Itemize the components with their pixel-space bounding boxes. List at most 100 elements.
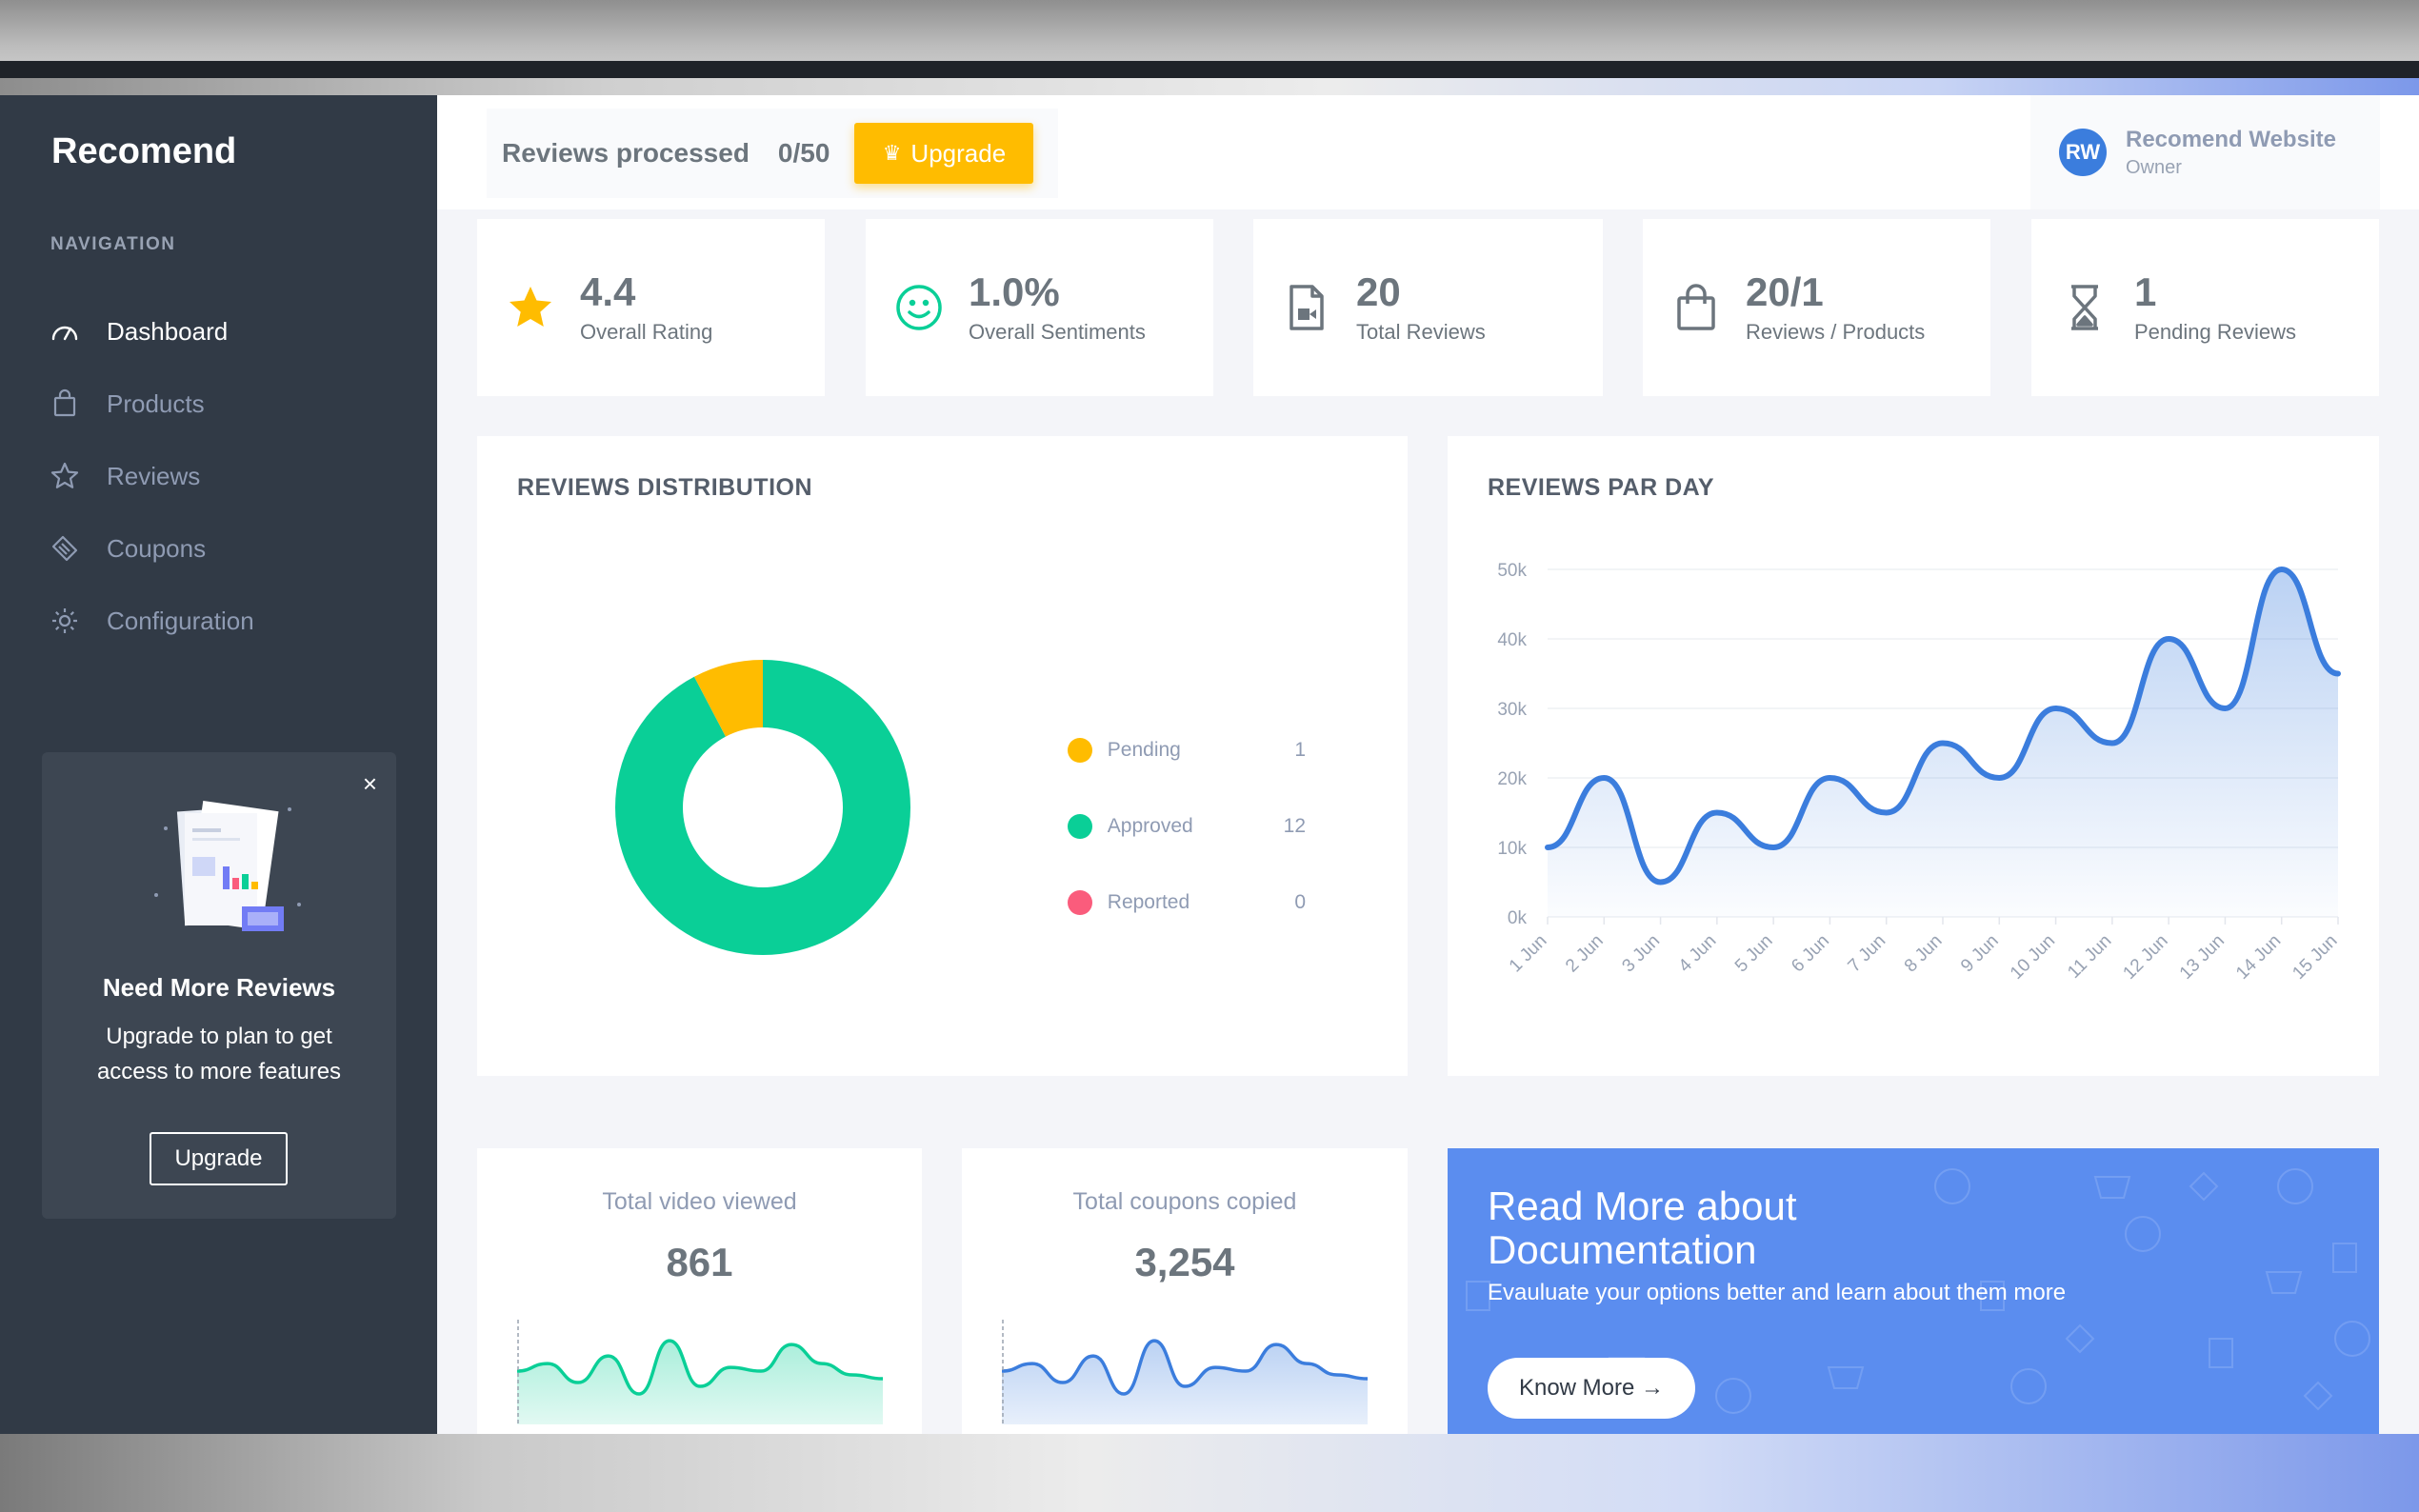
documentation-banner: Read More about Documentation Evauluate … bbox=[1448, 1148, 2379, 1434]
mini-card-value: 861 bbox=[666, 1240, 733, 1284]
gear-icon bbox=[48, 604, 82, 638]
x-tick-label: 12 Jun bbox=[2119, 931, 2171, 984]
quota-value: 0/50 bbox=[777, 138, 830, 168]
card-title: REVIEWS DISTRIBUTION bbox=[517, 474, 813, 501]
card-title: REVIEWS PAR DAY bbox=[1488, 474, 1715, 501]
x-tick-label: 1 Jun bbox=[1506, 931, 1551, 977]
reviews-distribution-card: REVIEWS DISTRIBUTION Pending 1 Approved … bbox=[477, 436, 1408, 1076]
upgrade-promo-card: × Need More Reviews Upgrade to plan to g… bbox=[42, 752, 396, 1219]
topbar: Reviews processed 0/50 ♛ Upgrade RW Reco… bbox=[437, 95, 2419, 209]
stat-value: 1.0% bbox=[969, 269, 1060, 314]
x-tick-label: 13 Jun bbox=[2176, 931, 2229, 984]
x-tick-label: 8 Jun bbox=[1901, 931, 1947, 977]
avatar: RW bbox=[2059, 129, 2107, 176]
video-viewed-card: Total video viewed 861 bbox=[477, 1148, 922, 1434]
user-role: Owner bbox=[2126, 156, 2182, 178]
user-info: Recomend Website Owner bbox=[2126, 127, 2336, 179]
promo-text: Upgrade to plan to get access to more fe… bbox=[96, 1024, 342, 1084]
x-tick-label: 4 Jun bbox=[1675, 931, 1721, 977]
y-tick-label: 20k bbox=[1497, 769, 1527, 789]
legend-count: 1 bbox=[1294, 739, 1306, 761]
legend-count: 12 bbox=[1283, 815, 1306, 837]
stat-label: Pending Reviews bbox=[2134, 320, 2296, 344]
sidebar-item-label: Products bbox=[107, 388, 205, 418]
legend-label: Reported bbox=[1107, 891, 1190, 913]
stat-value: 20 bbox=[1356, 269, 1401, 314]
legend-label: Approved bbox=[1107, 815, 1193, 837]
donut-chart bbox=[615, 660, 910, 955]
promo-upgrade-button[interactable]: Upgrade bbox=[150, 1132, 288, 1185]
x-tick-label: 7 Jun bbox=[1845, 931, 1890, 977]
y-tick-label: 40k bbox=[1497, 630, 1527, 650]
user-menu[interactable]: RW Recomend Website Owner bbox=[2030, 95, 2380, 209]
mini-card-title: Total video viewed bbox=[602, 1188, 797, 1215]
x-tick-label: 11 Jun bbox=[2064, 931, 2115, 983]
sidebar-item-label: Configuration bbox=[107, 606, 254, 635]
user-name: Recomend Website bbox=[2126, 126, 2336, 152]
x-tick-label: 5 Jun bbox=[1731, 931, 1777, 977]
stat-label: Reviews / Products bbox=[1746, 320, 1926, 344]
x-tick-label: 15 Jun bbox=[2289, 931, 2341, 984]
video-file-icon bbox=[1278, 279, 1335, 336]
dashboard-app: Recomend NAVIGATION Dashboard Products R… bbox=[0, 95, 2419, 1434]
promo-title: Need More Reviews bbox=[102, 973, 336, 1002]
stat-card-pending-reviews: 1 Pending Reviews bbox=[2031, 219, 2379, 396]
upgrade-button[interactable]: ♛ Upgrade bbox=[854, 123, 1034, 184]
sidebar-nav: Dashboard Products Reviews Coupons Confi… bbox=[48, 295, 410, 657]
crown-icon: ♛ bbox=[882, 141, 902, 165]
legend-label: Pending bbox=[1107, 739, 1181, 761]
speedometer-icon bbox=[48, 314, 82, 348]
quota-label: Reviews processed bbox=[502, 138, 750, 168]
know-more-button[interactable]: Know More → bbox=[1488, 1358, 1695, 1419]
sidebar-item-products[interactable]: Products bbox=[48, 368, 410, 440]
x-tick-label: 9 Jun bbox=[1957, 931, 2003, 977]
y-tick-label: 50k bbox=[1497, 561, 1527, 581]
sparkline-chart bbox=[517, 1320, 883, 1424]
stat-card-total-reviews: 20 Total Reviews bbox=[1253, 219, 1603, 396]
smile-icon bbox=[890, 279, 948, 336]
stat-label: Total Reviews bbox=[1356, 320, 1486, 344]
y-tick-label: 0k bbox=[1508, 908, 1528, 928]
x-tick-label: 2 Jun bbox=[1562, 931, 1608, 977]
doc-title: Read More about Documentation bbox=[1488, 1184, 1797, 1272]
sidebar-item-configuration[interactable]: Configuration bbox=[48, 585, 410, 657]
sidebar-item-dashboard[interactable]: Dashboard bbox=[48, 295, 410, 368]
stat-value: 4.4 bbox=[580, 269, 636, 314]
star-icon bbox=[502, 279, 559, 336]
x-tick-label: 3 Jun bbox=[1618, 931, 1664, 977]
stat-card-overall-rating: 4.4 Overall Rating bbox=[477, 219, 825, 396]
sidebar-item-label: Coupons bbox=[107, 533, 207, 563]
stat-label: Overall Rating bbox=[580, 320, 713, 344]
legend-dot bbox=[1068, 738, 1092, 763]
sidebar-item-coupons[interactable]: Coupons bbox=[48, 512, 410, 585]
legend-item-approved: Approved 12 bbox=[1068, 788, 1306, 865]
browser-chrome-top bbox=[0, 0, 2419, 78]
x-tick-label: 14 Jun bbox=[2232, 931, 2285, 984]
x-tick-label: 6 Jun bbox=[1788, 931, 1833, 977]
sidebar: Recomend NAVIGATION Dashboard Products R… bbox=[0, 95, 437, 1434]
doc-subtitle: Evauluate your options better and learn … bbox=[1488, 1280, 2067, 1305]
legend-count: 0 bbox=[1294, 891, 1306, 913]
brand-logo[interactable]: Recomend bbox=[51, 131, 236, 172]
shopping-bag-icon bbox=[48, 387, 82, 421]
nav-section-title: NAVIGATION bbox=[50, 234, 176, 254]
browser-chrome-bottom bbox=[0, 1434, 2419, 1512]
legend-dot bbox=[1068, 890, 1092, 915]
x-tick-label: 10 Jun bbox=[2007, 931, 2059, 984]
chart-legend: Pending 1 Approved 12 Reported 0 bbox=[1068, 712, 1306, 941]
shopping-bag-icon bbox=[1668, 279, 1725, 336]
tag-icon bbox=[48, 531, 82, 566]
legend-item-reported: Reported 0 bbox=[1068, 865, 1306, 941]
area-chart: 0k 10k 20k 30k 40k 50k 1 Jun 2 Jun 3 Jun 4 Jun 5 J… bbox=[1497, 561, 2341, 984]
stat-value: 20/1 bbox=[1746, 269, 1824, 314]
mini-card-value: 3,254 bbox=[1134, 1240, 1235, 1284]
stat-card-reviews-per-product: 20/1 Reviews / Products bbox=[1643, 219, 1990, 396]
stat-label: Overall Sentiments bbox=[969, 320, 1146, 344]
hourglass-icon bbox=[2056, 279, 2113, 336]
stat-value: 1 bbox=[2134, 269, 2157, 314]
legend-item-pending: Pending 1 bbox=[1068, 712, 1306, 788]
mini-card-title: Total coupons copied bbox=[1072, 1188, 1297, 1215]
close-icon[interactable]: × bbox=[363, 769, 377, 799]
reports-illustration bbox=[154, 801, 301, 931]
sidebar-item-reviews[interactable]: Reviews bbox=[48, 440, 410, 512]
